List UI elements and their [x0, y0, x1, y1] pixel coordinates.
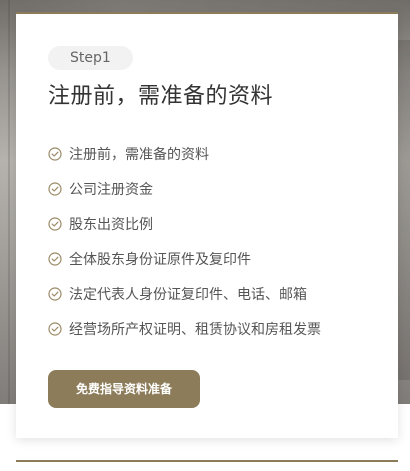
check-circle-icon: [48, 146, 62, 161]
list-item-label: 公司注册资金: [69, 181, 153, 198]
check-circle-icon: [48, 321, 62, 336]
bottom-accent-line: [16, 460, 398, 462]
check-circle-icon: [48, 251, 62, 266]
requirements-list: 注册前，需准备的资料 公司注册资金 股东出资比例 全体股东身份证原件及复印件 法…: [48, 136, 321, 346]
list-item-label: 法定代表人身份证复印件、电话、邮箱: [69, 286, 307, 303]
registration-step-card: Step1 注册前，需准备的资料 注册前，需准备的资料 公司注册资金 股东出资比…: [16, 12, 398, 438]
check-circle-icon: [48, 216, 62, 231]
list-item: 注册前，需准备的资料: [48, 136, 321, 171]
step-badge: Step1: [48, 46, 133, 70]
free-guidance-button[interactable]: 免费指导资料准备: [48, 370, 200, 408]
list-item: 公司注册资金: [48, 171, 321, 206]
list-item-label: 经营场所产权证明、租赁协议和房租发票: [69, 321, 321, 338]
list-item-label: 全体股东身份证原件及复印件: [69, 251, 251, 268]
check-circle-icon: [48, 181, 62, 196]
list-item: 法定代表人身份证复印件、电话、邮箱: [48, 276, 321, 311]
list-item: 经营场所产权证明、租赁协议和房租发票: [48, 311, 321, 346]
list-item-label: 股东出资比例: [69, 216, 153, 233]
check-circle-icon: [48, 286, 62, 301]
list-item: 全体股东身份证原件及复印件: [48, 241, 321, 276]
list-item: 股东出资比例: [48, 206, 321, 241]
card-title: 注册前，需准备的资料: [48, 84, 274, 109]
list-item-label: 注册前，需准备的资料: [69, 146, 209, 163]
